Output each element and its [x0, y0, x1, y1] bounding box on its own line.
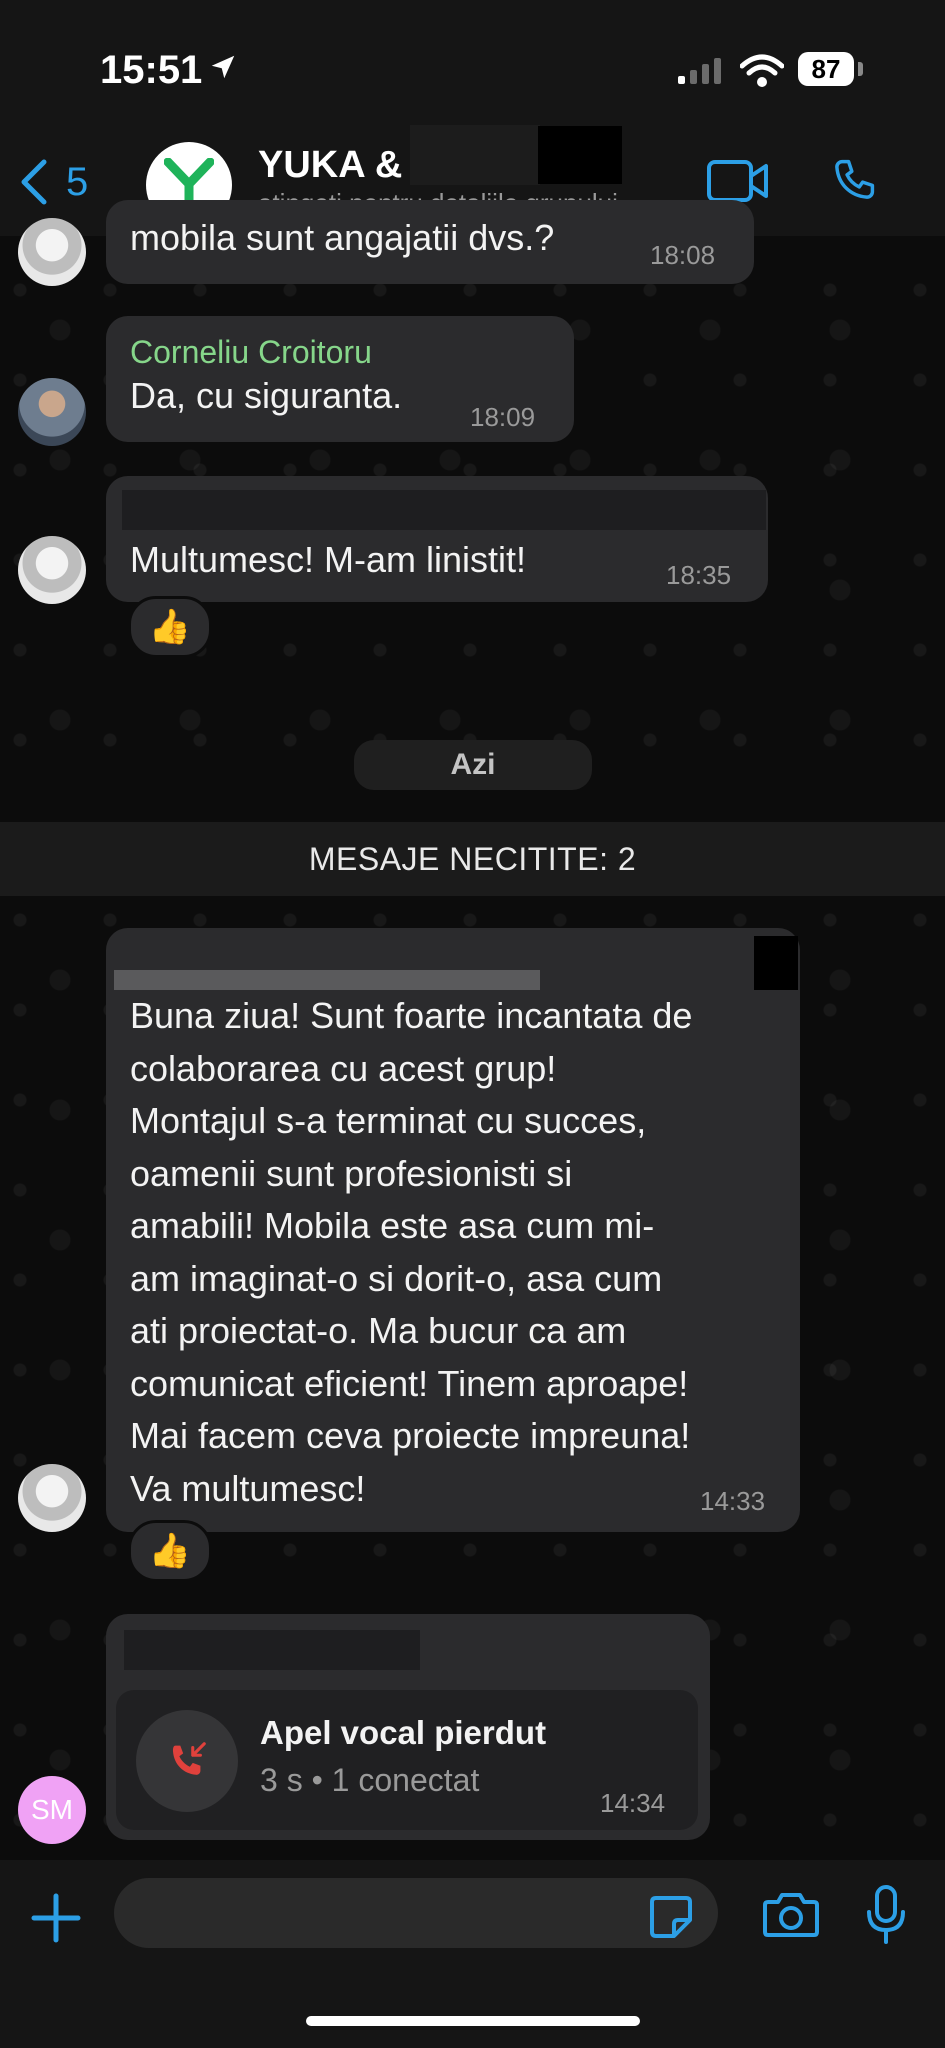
avatar[interactable]	[18, 218, 86, 286]
message-text: Multumesc! M-am linistit!	[130, 539, 527, 580]
message-time: 14:34	[600, 1788, 666, 1818]
location-arrow-icon	[211, 55, 235, 79]
chevron-left-icon	[21, 159, 47, 205]
missed-call-card[interactable]: Apel vocal pierdut 3 s • 1 conectat 14:3…	[116, 1690, 698, 1830]
message-bubble[interactable]: mobila sunt angajatii dvs.? 18:08	[106, 200, 754, 284]
avatar[interactable]: SM	[18, 1776, 86, 1844]
redacted-sender	[114, 970, 540, 990]
redacted-sender	[124, 1630, 420, 1670]
unread-chats-count: 5	[66, 159, 89, 204]
wifi-icon	[740, 54, 784, 87]
phone-call-button[interactable]	[828, 152, 880, 208]
message-bubble[interactable]: Corneliu Croitoru Da, cu siguranta. 18:0…	[106, 316, 574, 442]
message-line: Montajul s-a terminat cu succes,	[130, 1100, 647, 1141]
unread-messages-banner: MESAJE NECITITE: 2	[0, 822, 945, 896]
message-text: Buna ziua! Sunt foarte incantata de cola…	[130, 990, 692, 1515]
message-line: colaborarea cu acest grup!	[130, 1047, 557, 1089]
message-line: am imaginat-o si dorit-o, asa cum	[130, 1257, 663, 1299]
message-bubble[interactable]: Multumesc! M-am linistit! 18:35	[106, 476, 768, 602]
message-line: amabili! Mobila este asa cum mi-	[130, 1205, 655, 1246]
message-bubble[interactable]: Buna ziua! Sunt foarte incantata de cola…	[106, 928, 800, 1532]
call-title: Apel vocal pierdut	[260, 1714, 547, 1751]
redacted-area	[754, 936, 798, 990]
battery-cap	[858, 62, 863, 76]
reaction-badge[interactable]: 👍	[128, 596, 212, 658]
plus-icon[interactable]	[30, 1892, 82, 1944]
home-indicator[interactable]	[306, 2016, 640, 2026]
battery-indicator: 87	[798, 52, 854, 86]
back-button[interactable]: 5	[18, 150, 108, 214]
video-call-button[interactable]	[706, 156, 770, 206]
signal-icon	[678, 58, 721, 84]
microphone-icon[interactable]	[866, 1884, 906, 1946]
avatar[interactable]	[18, 1464, 86, 1532]
status-time: 15:51	[100, 48, 203, 92]
redacted-sender	[122, 490, 766, 530]
message-time: 18:35	[666, 560, 732, 590]
group-name[interactable]: YUKA & I	[258, 144, 423, 187]
message-time: 18:08	[650, 240, 716, 270]
message-line: oamenii sunt profesionisti si	[130, 1152, 573, 1194]
message-line: Mai facem ceva proiecte impreuna!	[130, 1415, 691, 1456]
redacted-area	[538, 126, 622, 184]
reaction-badge[interactable]: 👍	[128, 1520, 212, 1582]
message-line: ati proiectat-o. Ma bucur ca am	[130, 1310, 627, 1351]
avatar[interactable]	[18, 536, 86, 604]
avatar[interactable]	[18, 378, 86, 446]
day-separator: Azi	[354, 740, 592, 790]
message-line: Va multumesc!	[130, 1467, 366, 1509]
status-bar: 15:51 87	[0, 0, 945, 130]
sender-name[interactable]: Corneliu Croitoru	[130, 334, 372, 371]
message-time: 18:09	[470, 402, 536, 432]
redacted-area	[410, 125, 540, 185]
message-line: Buna ziua! Sunt foarte incantata de	[130, 995, 693, 1036]
message-time: 14:33	[700, 1486, 766, 1516]
call-details: 3 s • 1 conectat	[260, 1762, 480, 1798]
message-line: comunicat eficient! Tinem aproape!	[130, 1362, 689, 1404]
sticker-icon[interactable]	[648, 1894, 694, 1940]
missed-call-icon	[136, 1710, 238, 1812]
message-text: Da, cu siguranta.	[130, 375, 403, 416]
camera-icon[interactable]	[762, 1890, 820, 1938]
message-input[interactable]	[114, 1878, 718, 1948]
message-text: mobila sunt angajatii dvs.?	[130, 217, 555, 258]
